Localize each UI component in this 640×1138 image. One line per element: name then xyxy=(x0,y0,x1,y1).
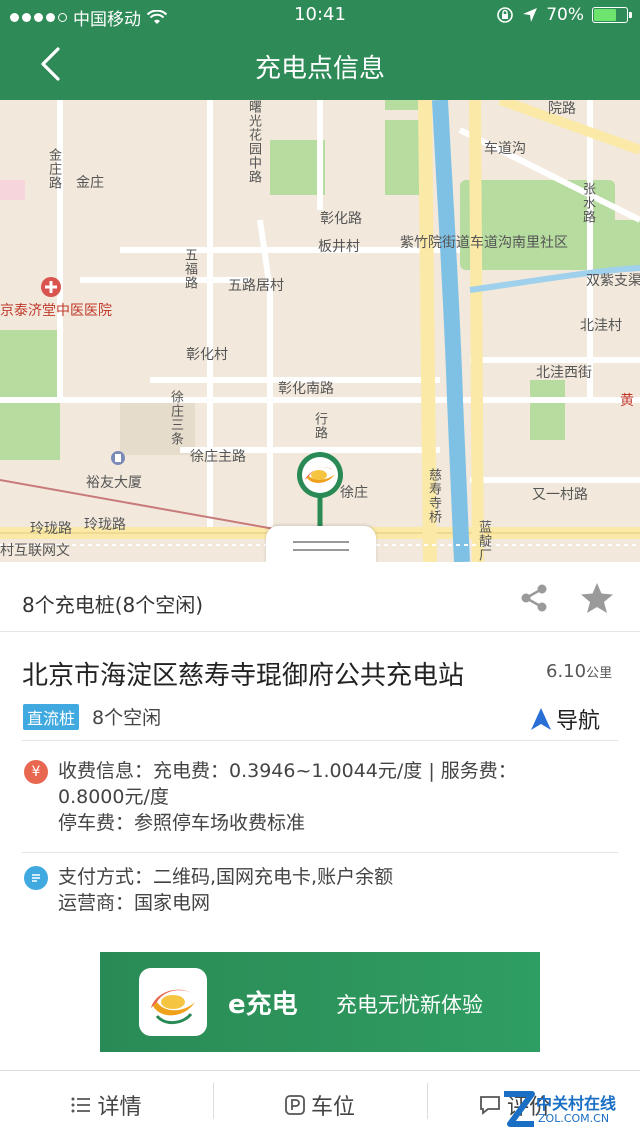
navigate-label: 导航 xyxy=(556,709,601,734)
map-view[interactable]: 金庄路 金庄 曙光花园中路 车道沟 院路 张水路 彰化路 板井村 紫竹院街道车道… xyxy=(0,100,640,562)
map-label: 北洼西街 xyxy=(536,365,592,381)
battery-percent: 70% xyxy=(546,5,584,25)
tab-details[interactable]: 详情 xyxy=(0,1071,213,1138)
distance-unit: 公里 xyxy=(586,666,613,681)
map-label: 金庄 xyxy=(76,175,104,191)
watermark-main: 中关村在线 xyxy=(536,1094,617,1113)
drawer-drag-handle[interactable] xyxy=(266,526,376,566)
echarge-promo-banner[interactable]: e充电 充电无忧新体验 xyxy=(100,952,540,1052)
map-label: 板井村 xyxy=(318,239,360,255)
list-icon xyxy=(71,1097,91,1113)
free-count: 8个空闲 xyxy=(92,707,162,729)
map-label: 徐庄三条 xyxy=(168,390,183,446)
map-label: 行路 xyxy=(312,412,327,440)
map-label: 玲珑路 xyxy=(30,521,72,537)
parking-fee: 停车费：参照停车场收费标准 xyxy=(58,812,306,834)
share-button[interactable] xyxy=(518,582,550,618)
map-label: 彰化村 xyxy=(186,347,228,363)
share-icon xyxy=(521,584,547,612)
pile-count: 8个充电桩(8个空闲) xyxy=(22,593,204,617)
rotation-lock-icon xyxy=(497,7,514,23)
watermark-sub: ZOL.COM.CN xyxy=(538,1112,610,1125)
location-arrow-icon xyxy=(523,8,538,22)
station-name: 北京市海淀区慈寿寺琨御府公共充电站 xyxy=(22,661,465,691)
station-distance: 6.10公里 xyxy=(546,661,612,682)
map-label: 裕友大厦 xyxy=(86,475,142,491)
map-label: 张水路 xyxy=(580,182,595,224)
tab-label: 车位 xyxy=(310,1095,355,1120)
fee-line-1: 收费信息：充电费：0.3946~1.0044元/度 | 服务费： xyxy=(58,760,517,782)
payment-info: 支付方式：二维码,国网充电卡,账户余额 运营商：国家电网 xyxy=(58,864,620,916)
battery-icon xyxy=(592,7,632,23)
status-right: 70% xyxy=(496,5,632,25)
building-icon xyxy=(111,451,125,465)
map-label: 五福路 xyxy=(182,248,197,290)
navigation-arrow-icon xyxy=(531,708,551,730)
page-title: 充电点信息 xyxy=(254,54,385,84)
map-label: 慈寿寺桥 xyxy=(426,468,441,524)
favorite-button[interactable] xyxy=(580,582,614,618)
navigate-button[interactable]: 导航 xyxy=(530,703,600,735)
banner-brand: e充电 xyxy=(228,990,298,1020)
status-bar: 中国移动 10:41 70% xyxy=(0,0,640,30)
comment-icon xyxy=(480,1096,500,1115)
zol-logo-icon xyxy=(504,1091,535,1127)
fee-line-2: 0.8000元/度 xyxy=(58,786,169,808)
star-icon xyxy=(581,583,613,613)
map-label: 院路 xyxy=(548,101,576,117)
banner-slogan: 充电无忧新体验 xyxy=(336,993,483,1017)
map-label: 又一村路 xyxy=(532,487,588,503)
pile-summary-row: 8个充电桩(8个空闲) xyxy=(0,562,640,632)
map-label: 车道沟 xyxy=(484,141,526,157)
echarge-logo xyxy=(139,968,207,1036)
map-label: 京泰济堂中医医院 xyxy=(0,303,112,319)
tab-parking[interactable]: 车位 xyxy=(213,1071,427,1138)
map-label: 曙光花园中路 xyxy=(246,100,261,184)
tab-label: 详情 xyxy=(97,1095,142,1120)
payment-methods: 支付方式：二维码,国网充电卡,账户余额 xyxy=(58,866,394,888)
map-label: 金庄路 xyxy=(46,148,61,190)
map-label: 双紫支渠 xyxy=(586,273,640,289)
map-label: 彰化南路 xyxy=(278,381,334,397)
distance-value: 6.10 xyxy=(546,661,587,682)
map-label: 五路居村 xyxy=(228,278,284,294)
parking-icon xyxy=(285,1095,305,1115)
map-label: 紫竹院街道车道沟南里社区 xyxy=(400,235,568,251)
fee-info: 收费信息：充电费：0.3946~1.0044元/度 | 服务费： 0.8000元… xyxy=(58,758,620,836)
map-label: 玲珑路 xyxy=(84,517,126,533)
battery-fill xyxy=(594,9,617,21)
map-label: 彰化路 xyxy=(320,211,362,227)
map-label: 蓝靛厂 xyxy=(476,520,491,562)
map-label: 村互联网文 xyxy=(0,543,70,559)
divider xyxy=(22,740,618,741)
hospital-icon xyxy=(41,277,61,297)
navigation-bar: 充电点信息 xyxy=(0,30,640,100)
fee-icon: ¥ xyxy=(24,760,48,784)
pile-type-badge: 直流桩 xyxy=(23,704,80,730)
operator: 运营商：国家电网 xyxy=(58,892,211,914)
charging-station-pin-icon[interactable] xyxy=(295,450,345,528)
map-label: 北洼村 xyxy=(580,318,622,334)
map-label: 黄 xyxy=(620,393,634,409)
divider xyxy=(22,852,618,853)
payment-icon xyxy=(24,866,48,890)
map-label: 徐庄主路 xyxy=(190,449,246,465)
zol-watermark: 中关村在线 ZOL.COM.CN xyxy=(502,1088,626,1132)
